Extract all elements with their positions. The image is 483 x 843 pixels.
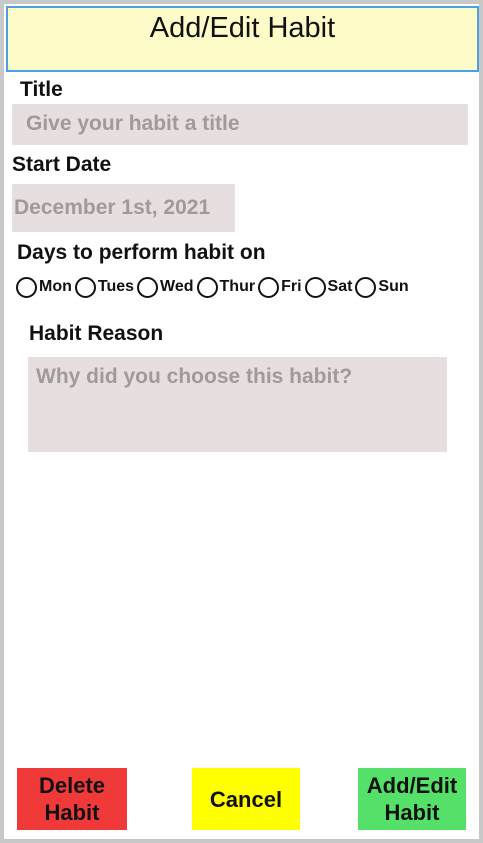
day-option-wed[interactable]: Wed xyxy=(137,276,194,298)
day-label: Fri xyxy=(281,278,302,295)
title-input[interactable]: Give your habit a title xyxy=(12,104,468,145)
radio-icon[interactable] xyxy=(258,276,280,298)
title-placeholder: Give your habit a title xyxy=(26,112,240,135)
radio-icon[interactable] xyxy=(74,276,96,298)
radio-icon[interactable] xyxy=(196,276,218,298)
day-option-sun[interactable]: Sun xyxy=(355,276,409,298)
day-option-fri[interactable]: Fri xyxy=(258,276,302,298)
day-label: Wed xyxy=(160,278,194,295)
day-label: Sat xyxy=(327,278,353,295)
day-option-sat[interactable]: Sat xyxy=(304,276,353,298)
day-label: Thur xyxy=(219,278,256,295)
reason-placeholder: Why did you choose this habit? xyxy=(36,365,353,388)
delete-habit-button[interactable]: Delete Habit xyxy=(17,768,127,830)
app-screen: Add/Edit Habit Title Give your habit a t… xyxy=(4,4,479,839)
add-edit-habit-button[interactable]: Add/Edit Habit xyxy=(358,768,466,830)
start-date-value: December 1st, 2021 xyxy=(14,196,211,219)
start-date-field[interactable]: December 1st, 2021 xyxy=(12,184,235,232)
day-option-tues[interactable]: Tues xyxy=(74,276,135,298)
day-label: Sun xyxy=(378,278,409,295)
days-label: Days to perform habit on xyxy=(17,241,266,264)
radio-icon[interactable] xyxy=(16,276,37,298)
cancel-button[interactable]: Cancel xyxy=(192,768,300,830)
day-label: Mon xyxy=(39,278,72,295)
day-option-mon[interactable]: Mon xyxy=(16,276,72,298)
title-label: Title xyxy=(20,78,63,101)
day-option-thur[interactable]: Thur xyxy=(196,276,256,298)
radio-icon[interactable] xyxy=(137,276,159,298)
start-date-label: Start Date xyxy=(12,153,112,176)
header-bar: Add/Edit Habit xyxy=(6,6,479,72)
days-selector: Mon Tues Wed Thur Fri Sat Sun xyxy=(16,274,478,300)
day-label: Tues xyxy=(97,278,135,295)
page-title: Add/Edit Habit xyxy=(149,12,336,44)
reason-label: Habit Reason xyxy=(29,322,164,345)
reason-textarea[interactable]: Why did you choose this habit? xyxy=(28,357,447,452)
radio-icon[interactable] xyxy=(304,276,326,298)
radio-icon[interactable] xyxy=(355,276,377,298)
